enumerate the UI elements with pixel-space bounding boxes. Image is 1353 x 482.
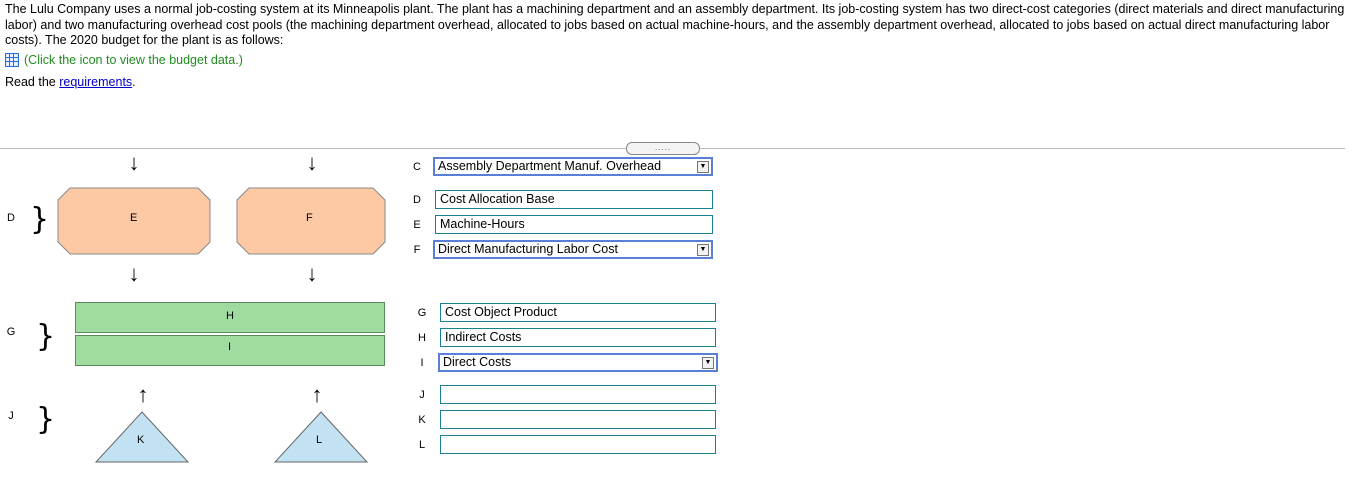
answer-label-i: I: [420, 357, 424, 369]
bar-bottom-label: I: [228, 341, 232, 353]
allocation-base-left-label: K: [137, 434, 145, 446]
brace-d: }: [30, 202, 50, 237]
problem-intro: The Lulu Company uses a normal job-costi…: [5, 2, 1345, 47]
allocation-base-right-label: L: [316, 434, 323, 446]
answer-select-f[interactable]: Direct Manufacturing Labor Cost ▼: [433, 240, 713, 259]
answer-field-g[interactable]: Cost Object Product: [440, 303, 716, 322]
brace-g: }: [36, 319, 56, 354]
arrow-up-left: ↑: [137, 382, 149, 407]
answer-select-c[interactable]: Assembly Department Manuf. Overhead ▼: [433, 157, 713, 176]
arrow-up-right: ↑: [311, 382, 323, 407]
arrow-down-right-top: ↓: [306, 150, 318, 175]
read-suffix: .: [132, 75, 136, 89]
arrow-down-right-mid: ↓: [306, 261, 318, 286]
budget-link-text[interactable]: (Click the icon to view the budget data.…: [24, 53, 243, 67]
arrow-down-left-top: ↓: [128, 150, 140, 175]
table-icon[interactable]: [5, 53, 19, 67]
dropdown-arrow-icon[interactable]: ▼: [702, 357, 714, 369]
answer-label-d: D: [413, 194, 421, 206]
answer-field-d[interactable]: Cost Allocation Base: [435, 190, 713, 209]
answer-label-h: H: [418, 332, 426, 344]
brace-j: }: [36, 402, 56, 437]
cost-pool-left-label: E: [130, 212, 138, 224]
arrow-down-left-mid: ↓: [128, 261, 140, 286]
answer-value-i: Direct Costs: [443, 355, 512, 369]
expand-handle[interactable]: .....: [626, 142, 700, 155]
label-d: D: [7, 212, 15, 224]
answer-select-i[interactable]: Direct Costs ▼: [438, 353, 718, 372]
answer-value-f: Direct Manufacturing Labor Cost: [438, 242, 618, 256]
bar-top-label: H: [226, 310, 234, 322]
dropdown-arrow-icon[interactable]: ▼: [697, 244, 709, 256]
read-requirements-line: Read the requirements.: [5, 75, 136, 89]
dropdown-arrow-icon[interactable]: ▼: [697, 161, 709, 173]
answer-value-c: Assembly Department Manuf. Overhead: [438, 159, 662, 173]
answer-field-h[interactable]: Indirect Costs: [440, 328, 716, 347]
budget-data-link[interactable]: (Click the icon to view the budget data.…: [5, 53, 243, 67]
read-prefix: Read the: [5, 75, 60, 89]
answer-label-l: L: [418, 439, 426, 451]
answer-label-f: F: [413, 244, 421, 256]
answer-label-g: G: [417, 307, 427, 319]
answer-label-e: E: [413, 219, 421, 231]
requirements-link[interactable]: requirements: [59, 75, 132, 89]
answer-field-e[interactable]: Machine-Hours: [435, 215, 713, 234]
answer-field-j[interactable]: [440, 385, 716, 404]
answer-field-l[interactable]: [440, 435, 716, 454]
answer-field-k[interactable]: [440, 410, 716, 429]
answer-label-c: C: [413, 161, 421, 173]
cost-pool-right-label: F: [306, 212, 313, 224]
answer-label-k: K: [418, 414, 426, 426]
label-j: J: [8, 410, 14, 422]
answer-label-j: J: [419, 389, 425, 401]
label-g: G: [6, 326, 16, 338]
